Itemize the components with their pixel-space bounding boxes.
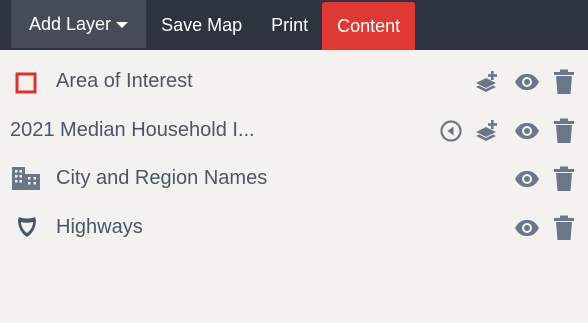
- trash-icon[interactable]: [553, 69, 575, 95]
- layer-row-highways[interactable]: Highways: [0, 208, 588, 248]
- trash-icon[interactable]: [553, 118, 575, 144]
- save-map-button[interactable]: Save Map: [146, 0, 257, 50]
- eye-icon[interactable]: [514, 122, 540, 140]
- square-outline-icon: [15, 72, 37, 94]
- add-layer-label: Add Layer: [29, 13, 112, 34]
- layer-row-area-of-interest[interactable]: Area of Interest: [0, 62, 588, 102]
- trash-icon[interactable]: [553, 166, 575, 192]
- add-layers-icon[interactable]: [474, 70, 500, 94]
- eye-icon[interactable]: [514, 219, 540, 237]
- top-toolbar: Add Layer Save Map Print Content: [0, 0, 588, 50]
- layer-row-median-household[interactable]: 2021 Median Household I...: [0, 111, 588, 151]
- tab-content[interactable]: Content: [322, 2, 416, 50]
- layer-label: Area of Interest: [56, 70, 193, 92]
- trash-icon[interactable]: [553, 215, 575, 241]
- city-icon: [11, 165, 41, 191]
- layer-row-city-region-names[interactable]: City and Region Names: [0, 159, 588, 199]
- eye-icon[interactable]: [514, 170, 540, 188]
- layer-label: City and Region Names: [56, 167, 268, 189]
- highway-shield-icon: [16, 215, 38, 239]
- caret-down-icon: [116, 22, 129, 28]
- layer-label: 2021 Median Household I...: [10, 119, 255, 141]
- eye-icon[interactable]: [514, 73, 540, 91]
- add-layer-button[interactable]: Add Layer: [11, 0, 147, 48]
- print-button[interactable]: Print: [257, 0, 322, 50]
- caret-left-circle-icon[interactable]: [440, 120, 462, 142]
- layer-label: Highways: [56, 216, 143, 238]
- add-layers-icon[interactable]: [474, 119, 500, 143]
